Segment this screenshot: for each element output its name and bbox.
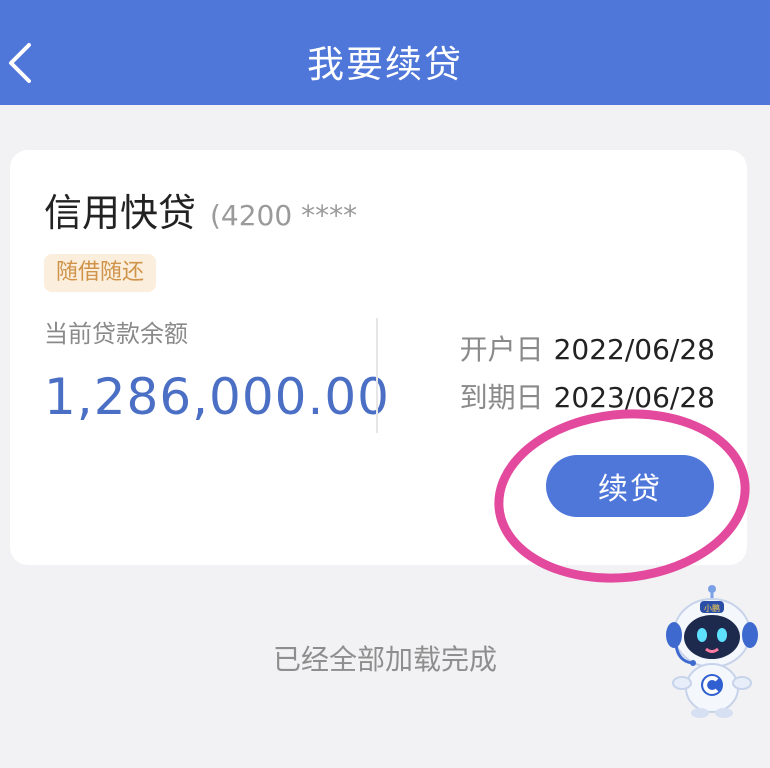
vertical-divider [376, 318, 378, 433]
open-date-row: 开户日 2022/06/28 [460, 330, 715, 370]
due-date-row: 到期日 2023/06/28 [460, 378, 715, 418]
renew-loan-button[interactable]: 续贷 [546, 455, 714, 517]
mascot-badge: 小鹏 [704, 603, 720, 613]
due-date-label: 到期日 [459, 381, 544, 414]
open-date-label: 开户日 [459, 333, 544, 366]
open-date-value: 2022/06/28 [553, 333, 715, 366]
top-nav-bar: 我要续贷 [0, 0, 770, 105]
repayment-tag: 随借随还 [44, 254, 157, 292]
product-name: 信用快贷 [44, 191, 197, 235]
balance-value: 1,286,000.00 [44, 368, 390, 426]
all-loaded-text: 已经全部加载完成 [272, 643, 497, 676]
due-date-value: 2023/06/28 [553, 381, 715, 414]
account-number: (4200 **** [210, 199, 358, 232]
balance-label: 当前贷款余额 [44, 320, 188, 348]
page-title: 我要续贷 [307, 43, 463, 86]
loan-card: 信用快贷 (4200 **** 随借随还 当前贷款余额 1,286,000.00… [10, 150, 747, 565]
robot-assistant-icon[interactable]: 小鹏 [662, 585, 762, 720]
